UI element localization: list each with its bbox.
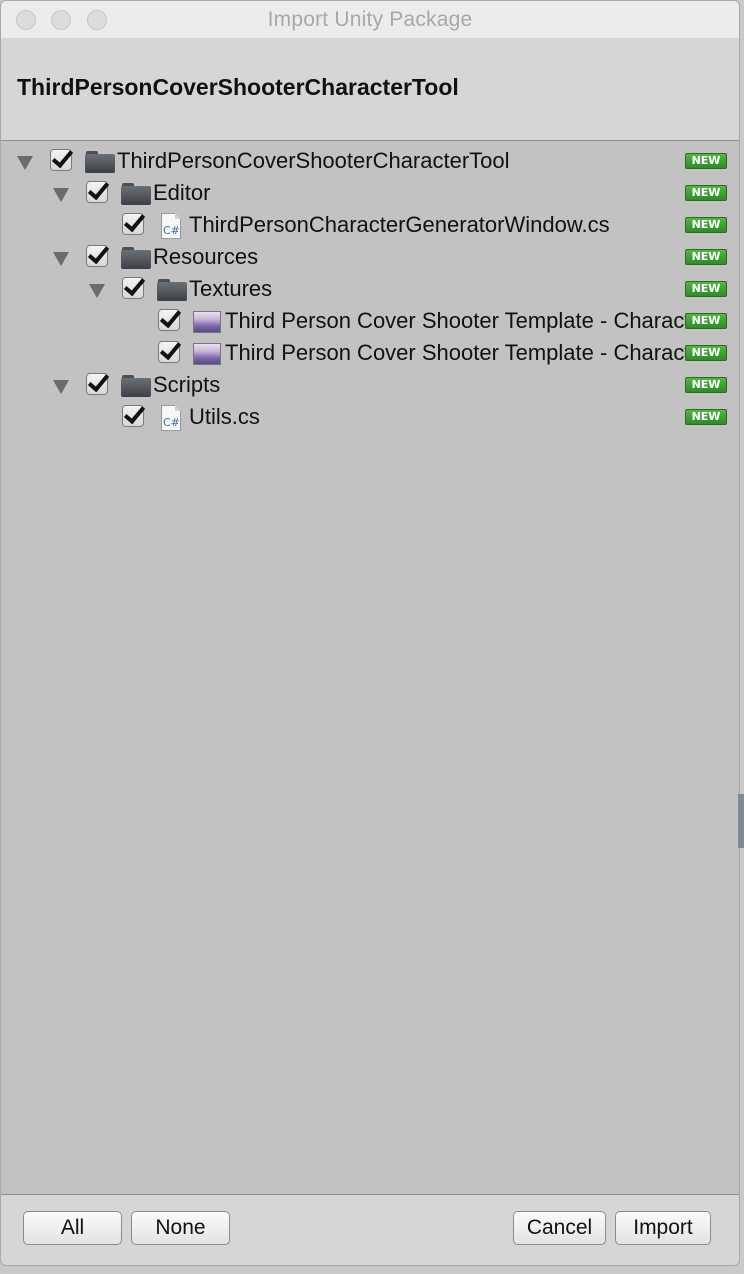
tree-item-label: Editor [153, 180, 211, 205]
tree-row[interactable]: Resources NEW [1, 241, 739, 273]
tree-item-label: Textures [189, 276, 273, 301]
tree-row[interactable]: C# ThirdPersonCharacterGeneratorWindow.c… [1, 209, 739, 241]
include-checkbox[interactable] [86, 373, 108, 395]
expand-triangle-icon[interactable] [89, 284, 105, 298]
tree-item-label: Third Person Cover Shooter Template - Ch… [225, 340, 703, 365]
expand-triangle-icon[interactable] [53, 380, 69, 394]
package-header: ThirdPersonCoverShooterCharacterTool [1, 38, 739, 141]
tree-item-label: ThirdPersonCharacterGeneratorWindow.cs [189, 212, 610, 237]
background-window-edge [738, 794, 744, 848]
folder-icon [121, 375, 151, 397]
tree-row[interactable]: Scripts NEW [1, 369, 739, 401]
import-button[interactable]: Import [615, 1211, 711, 1245]
include-checkbox[interactable] [158, 309, 180, 331]
folder-icon [121, 247, 151, 269]
new-badge: NEW [685, 281, 727, 297]
title-bar: Import Unity Package [1, 1, 739, 39]
new-badge: NEW [685, 377, 727, 393]
new-badge: NEW [685, 313, 727, 329]
import-package-window: Import Unity Package ThirdPersonCoverSho… [0, 0, 740, 1266]
include-checkbox[interactable] [86, 181, 108, 203]
new-badge: NEW [685, 185, 727, 201]
expand-triangle-icon[interactable] [17, 156, 33, 170]
asset-tree: ThirdPersonCoverShooterCharacterTool NEW… [1, 141, 739, 1195]
csharp-file-icon: C# [161, 405, 181, 431]
folder-icon [85, 151, 115, 173]
package-title: ThirdPersonCoverShooterCharacterTool [17, 74, 459, 100]
tree-item-label: ThirdPersonCoverShooterCharacterTool [117, 148, 510, 173]
cancel-button[interactable]: Cancel [513, 1211, 606, 1245]
new-badge: NEW [685, 409, 727, 425]
new-badge: NEW [685, 249, 727, 265]
include-checkbox[interactable] [158, 341, 180, 363]
tree-row[interactable]: Third Person Cover Shooter Template - Ch… [1, 305, 739, 337]
csharp-file-icon: C# [161, 213, 181, 239]
include-checkbox[interactable] [50, 149, 72, 171]
tree-item-label: Utils.cs [189, 404, 260, 429]
include-checkbox[interactable] [122, 277, 144, 299]
include-checkbox[interactable] [86, 245, 108, 267]
texture-image-icon [193, 311, 221, 333]
tree-item-label: Resources [153, 244, 259, 269]
select-none-button[interactable]: None [131, 1211, 230, 1245]
tree-row[interactable]: Third Person Cover Shooter Template - Ch… [1, 337, 739, 369]
texture-image-icon [193, 343, 221, 365]
window-title: Import Unity Package [267, 8, 473, 31]
folder-icon [157, 279, 187, 301]
new-badge: NEW [685, 153, 727, 169]
new-badge: NEW [685, 345, 727, 361]
select-all-button[interactable]: All [23, 1211, 122, 1245]
tree-item-label: Third Person Cover Shooter Template - Ch… [225, 308, 703, 333]
expand-triangle-icon[interactable] [53, 188, 69, 202]
expand-triangle-icon[interactable] [53, 252, 69, 266]
tree-row[interactable]: C# Utils.cs NEW [1, 401, 739, 433]
new-badge: NEW [685, 217, 727, 233]
footer-bar: All None Cancel Import [1, 1194, 739, 1265]
include-checkbox[interactable] [122, 405, 144, 427]
include-checkbox[interactable] [122, 213, 144, 235]
tree-item-label: Scripts [153, 372, 221, 397]
tree-row[interactable]: Editor NEW [1, 177, 739, 209]
tree-row[interactable]: ThirdPersonCoverShooterCharacterTool NEW [1, 145, 739, 177]
folder-icon [121, 183, 151, 205]
tree-row[interactable]: Textures NEW [1, 273, 739, 305]
